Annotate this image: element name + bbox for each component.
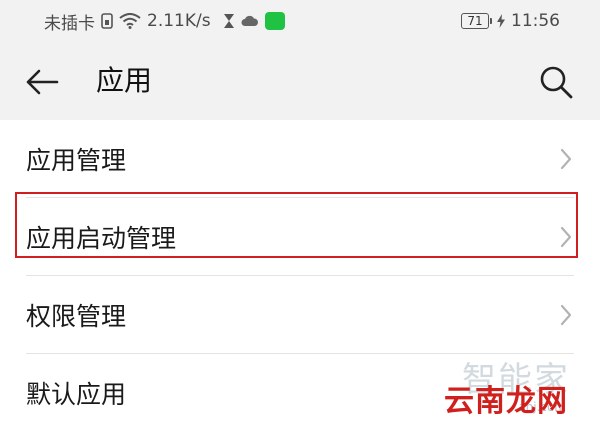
list-item-app-launch-management[interactable]: 应用启动管理 xyxy=(0,198,600,275)
hourglass-icon xyxy=(223,13,235,29)
page-title: 应用 xyxy=(96,64,153,97)
list-item-label: 应用管理 xyxy=(26,145,127,175)
carrier-text: 未插卡 xyxy=(44,13,95,34)
status-right: 71 11:56 xyxy=(461,0,560,42)
watermark-site-name: 云南龙网 xyxy=(444,384,568,419)
charging-bolt-icon xyxy=(497,14,505,28)
list-item-label: 权限管理 xyxy=(26,301,127,331)
list-item-permission-management[interactable]: 权限管理 xyxy=(0,276,600,353)
back-button[interactable] xyxy=(22,64,62,100)
chevron-right-icon xyxy=(560,226,572,248)
chevron-right-icon xyxy=(560,304,572,326)
app-notification-icon xyxy=(264,12,285,30)
search-icon xyxy=(540,66,573,99)
cloud-icon xyxy=(241,15,259,27)
chevron-right-icon xyxy=(560,148,572,170)
clock-text: 11:56 xyxy=(511,11,560,31)
status-left: 未插卡 2.11K/s xyxy=(44,0,285,42)
battery-icon: 71 xyxy=(461,13,492,29)
list-item-label: 应用启动管理 xyxy=(26,223,177,253)
net-speed-text: 2.11K/s xyxy=(147,11,211,31)
sim-icon xyxy=(101,13,113,29)
back-arrow-icon xyxy=(26,69,59,95)
search-button[interactable] xyxy=(534,60,578,104)
wifi-icon xyxy=(119,13,141,29)
list-item-app-management[interactable]: 应用管理 xyxy=(0,120,600,197)
title-bar: 应用 xyxy=(0,42,600,120)
status-bar: 未插卡 2.11K/s 71 11:56 xyxy=(0,0,600,42)
list-item-label: 默认应用 xyxy=(26,379,127,409)
battery-level: 71 xyxy=(467,14,483,28)
